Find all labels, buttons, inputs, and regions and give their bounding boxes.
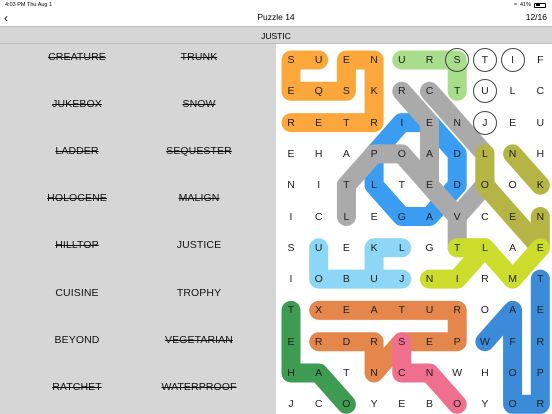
grid-letter[interactable]: C bbox=[523, 74, 552, 108]
word-list-item: VEGETARIAN bbox=[165, 333, 233, 346]
grid-letter[interactable]: P bbox=[523, 356, 552, 390]
puzzle-title: Puzzle 14 bbox=[257, 12, 295, 22]
word-list-item: CREATURE bbox=[48, 51, 106, 63]
word-list-item: TRUNK bbox=[180, 51, 218, 63]
battery-icon bbox=[534, 2, 546, 8]
app: 4:03 PM Thu Aug 1 ≈ 41% ‹ Puzzle 14 12/1… bbox=[0, 0, 552, 414]
word-list: CREATURE TRUNK JUKEBOX SNOW LADDER SEQUESTER H… bbox=[0, 44, 276, 414]
status-time: 4:03 PM bbox=[5, 2, 26, 8]
grid-letter[interactable]: E bbox=[523, 293, 552, 327]
word-list-item: TROPHY bbox=[176, 286, 222, 299]
grid-letter[interactable]: E bbox=[523, 231, 552, 265]
status-right: ≈ 41% bbox=[514, 2, 546, 8]
status-day: Thu Aug 1 bbox=[27, 2, 53, 8]
status-bar: 4:03 PM Thu Aug 1 ≈ 41% bbox=[0, 0, 552, 10]
wifi-icon: ≈ bbox=[513, 2, 517, 8]
grid-letter[interactable]: T bbox=[523, 262, 552, 296]
word-list-item: SEQUESTER bbox=[166, 145, 232, 158]
word-list-item: JUKEBOX bbox=[52, 98, 102, 111]
word-list-item: HILLTOP bbox=[55, 239, 99, 252]
word-list-item: SNOW bbox=[182, 98, 216, 111]
grid-letter[interactable]: R bbox=[523, 387, 552, 414]
word-list-item: BEYOND bbox=[54, 333, 100, 346]
grid-letter[interactable]: R bbox=[523, 325, 552, 359]
top-bar: ‹ Puzzle 14 12/16 bbox=[0, 10, 552, 26]
grid-letter[interactable]: F bbox=[523, 43, 552, 77]
word-list-item: MALIGN bbox=[178, 192, 220, 205]
word-list-item: WATERPROOF bbox=[161, 380, 237, 393]
word-list-item: HOLOCENE bbox=[47, 192, 107, 205]
word-list-item: LADDER bbox=[55, 145, 99, 158]
grid-letter[interactable]: U bbox=[523, 106, 552, 140]
letter-grid[interactable]: SUENURSTIFEQSKRCTULCRETRIENJEUEHAPOADLNH… bbox=[276, 44, 552, 414]
word-list-item: CUISINE bbox=[55, 286, 99, 299]
grid-letter[interactable]: N bbox=[523, 200, 552, 234]
grid-letter[interactable]: K bbox=[523, 168, 552, 202]
word-list-item: JUSTICE bbox=[176, 239, 222, 252]
battery-percent: 41% bbox=[519, 2, 531, 8]
current-word-bar: JUSTIC bbox=[0, 26, 552, 44]
grid-letter[interactable]: H bbox=[523, 137, 552, 171]
current-word: JUSTIC bbox=[261, 31, 291, 41]
word-list-item: RATCHET bbox=[52, 380, 102, 393]
progress-counter: 12/16 bbox=[525, 12, 547, 22]
